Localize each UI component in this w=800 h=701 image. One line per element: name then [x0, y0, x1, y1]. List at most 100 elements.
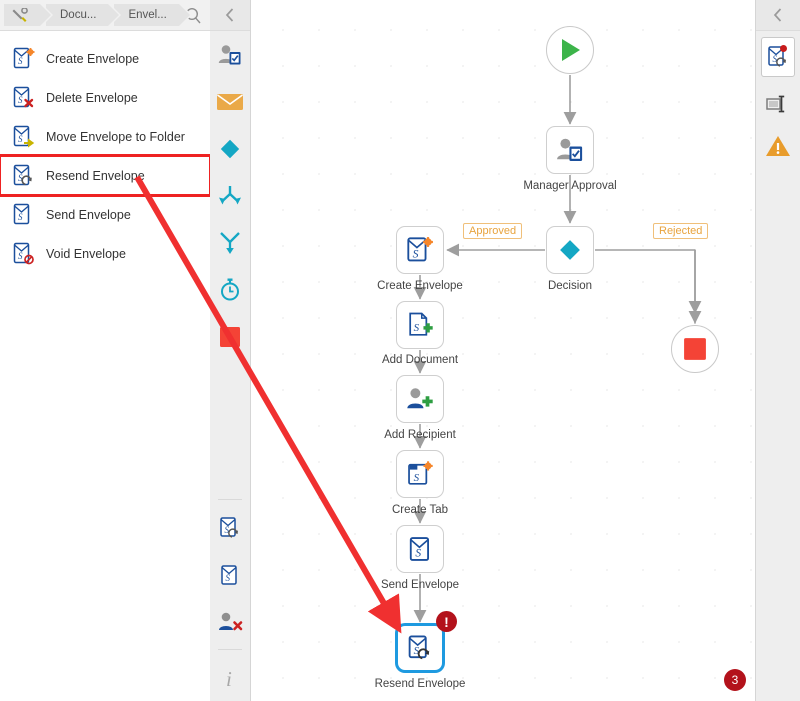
- split-icon: [219, 185, 241, 204]
- node-add-document[interactable]: S: [396, 301, 444, 349]
- manager-approval-icon: [218, 44, 241, 64]
- svg-text:S: S: [414, 472, 420, 484]
- svg-text:S: S: [415, 548, 421, 560]
- add-recipient-icon: [407, 388, 433, 409]
- menu-item-create-envelope[interactable]: S Create Envelope: [0, 39, 210, 78]
- right-rail: S: [755, 0, 800, 701]
- node-label-resend-envelope: Resend Envelope: [374, 678, 466, 690]
- create-tab-icon: S: [408, 461, 433, 485]
- svg-text:S: S: [414, 322, 420, 334]
- menu-item-send-envelope[interactable]: S Send Envelope: [0, 195, 210, 234]
- manager-approval-icon: [557, 138, 583, 161]
- svg-text:S: S: [18, 56, 23, 66]
- node-start[interactable]: [546, 26, 594, 74]
- palette-decision-diamond-icon[interactable]: [210, 125, 250, 172]
- decision-diamond-icon: [560, 240, 580, 260]
- menu-item-label: Void Envelope: [46, 246, 126, 261]
- menu-item-label: Delete Envelope: [46, 90, 138, 105]
- delete-envelope-icon: S: [12, 85, 36, 111]
- menu-item-label: Create Envelope: [46, 51, 140, 66]
- palette-bottom-group: S S i: [210, 495, 250, 701]
- svg-text:S: S: [18, 95, 23, 105]
- rename-field-icon: [766, 95, 785, 113]
- workflow-designer: Docu... Envel... S Create Envelope S Del…: [0, 0, 800, 701]
- resend-envelope-icon: S: [12, 163, 36, 189]
- create-envelope-icon: S: [407, 237, 433, 262]
- decision-diamond-icon: [220, 139, 240, 158]
- send-envelope-icon: S: [409, 537, 430, 561]
- chevron-left-icon: [225, 8, 234, 22]
- workflow-canvas[interactable]: Manager Approval Decision S Create Envel…: [251, 0, 756, 701]
- svg-text:i: i: [226, 667, 232, 690]
- menu-item-move-envelope-to-folder[interactable]: S Move Envelope to Folder: [0, 117, 210, 156]
- menu-item-label: Resend Envelope: [46, 168, 145, 183]
- svg-text:S: S: [226, 573, 231, 583]
- palette-collapse-button[interactable]: [210, 0, 250, 31]
- palette-info-icon[interactable]: i: [210, 654, 250, 701]
- notification-dot-badge: [780, 45, 787, 52]
- merge-icon: [220, 231, 240, 254]
- palette-timer-icon[interactable]: [210, 266, 250, 313]
- palette-manager-approval-icon[interactable]: [210, 31, 250, 78]
- right-rail-warning[interactable]: [756, 125, 800, 167]
- palette-remove-recipient-icon[interactable]: [210, 598, 250, 645]
- edge-label-rejected: Rejected: [653, 223, 709, 239]
- svg-text:S: S: [18, 251, 23, 261]
- left-panel: Docu... Envel... S Create Envelope S Del…: [0, 0, 212, 701]
- stop-icon: [220, 326, 240, 347]
- right-rail-collapse-button[interactable]: [756, 0, 800, 31]
- breadcrumb-tools[interactable]: [4, 4, 53, 26]
- node-manager-approval[interactable]: [546, 126, 594, 174]
- node-resend-envelope[interactable]: S: [396, 624, 444, 672]
- node-add-recipient[interactable]: [396, 375, 444, 423]
- palette-envelope-icon[interactable]: [210, 78, 250, 125]
- node-label-send-envelope: Send Envelope: [380, 579, 460, 591]
- right-rail-rename-field[interactable]: [756, 83, 800, 125]
- stop-icon: [684, 338, 706, 360]
- menu-item-resend-envelope[interactable]: S Resend Envelope: [0, 154, 212, 197]
- menu-item-void-envelope[interactable]: S Void Envelope: [0, 234, 210, 273]
- node-error-badge[interactable]: !: [436, 611, 457, 632]
- node-create-tab[interactable]: S: [396, 450, 444, 498]
- move-envelope-to-folder-icon: S: [12, 124, 36, 150]
- node-label-add-recipient: Add Recipient: [384, 429, 456, 441]
- svg-text:S: S: [18, 134, 23, 144]
- palette-stop-icon[interactable]: [210, 313, 250, 360]
- menu-item-label: Move Envelope to Folder: [46, 129, 185, 144]
- palette-send-envelope-icon[interactable]: S: [210, 551, 250, 598]
- send-envelope-icon: S: [221, 564, 237, 585]
- menu-item-label: Send Envelope: [46, 207, 131, 222]
- breadcrumb: Docu... Envel...: [0, 0, 210, 31]
- node-label-add-document: Add Document: [381, 354, 459, 366]
- breadcrumb-item-1[interactable]: Envel...: [114, 4, 193, 26]
- node-label-create-tab: Create Tab: [391, 504, 449, 516]
- warning-triangle-icon: [766, 136, 790, 156]
- timer-icon: [221, 278, 239, 301]
- resend-envelope-icon: S: [408, 635, 430, 660]
- palette-merge-icon[interactable]: [210, 219, 250, 266]
- edge-label-approved: Approved: [463, 223, 523, 239]
- right-rail-resend-envelope-properties[interactable]: S: [761, 37, 795, 77]
- create-envelope-icon: S: [12, 46, 36, 72]
- palette-split-icon[interactable]: [210, 172, 250, 219]
- resend-envelope-icon: S: [220, 516, 238, 538]
- add-document-icon: S: [409, 312, 433, 336]
- void-envelope-icon: S: [12, 241, 36, 267]
- menu-item-delete-envelope[interactable]: S Delete Envelope: [0, 78, 210, 117]
- node-label-manager-approval: Manager Approval: [523, 180, 617, 192]
- issue-count-badge[interactable]: 3: [724, 669, 746, 691]
- node-label-create-envelope: Create Envelope: [377, 280, 463, 292]
- remove-recipient-icon: [219, 612, 243, 630]
- play-icon: [562, 39, 580, 61]
- chevron-left-icon: [773, 8, 782, 22]
- svg-text:S: S: [18, 212, 23, 222]
- palette-resend-envelope-icon[interactable]: S: [210, 504, 250, 551]
- tools-icon: [12, 8, 28, 22]
- breadcrumb-item-0[interactable]: Docu...: [46, 4, 122, 26]
- svg-text:S: S: [413, 247, 419, 260]
- node-create-envelope[interactable]: S: [396, 226, 444, 274]
- node-decision[interactable]: [546, 226, 594, 274]
- activity-menu-list: S Create Envelope S Delete Envelope S Mo…: [0, 31, 212, 273]
- node-end[interactable]: [671, 325, 719, 373]
- node-send-envelope[interactable]: S: [396, 525, 444, 573]
